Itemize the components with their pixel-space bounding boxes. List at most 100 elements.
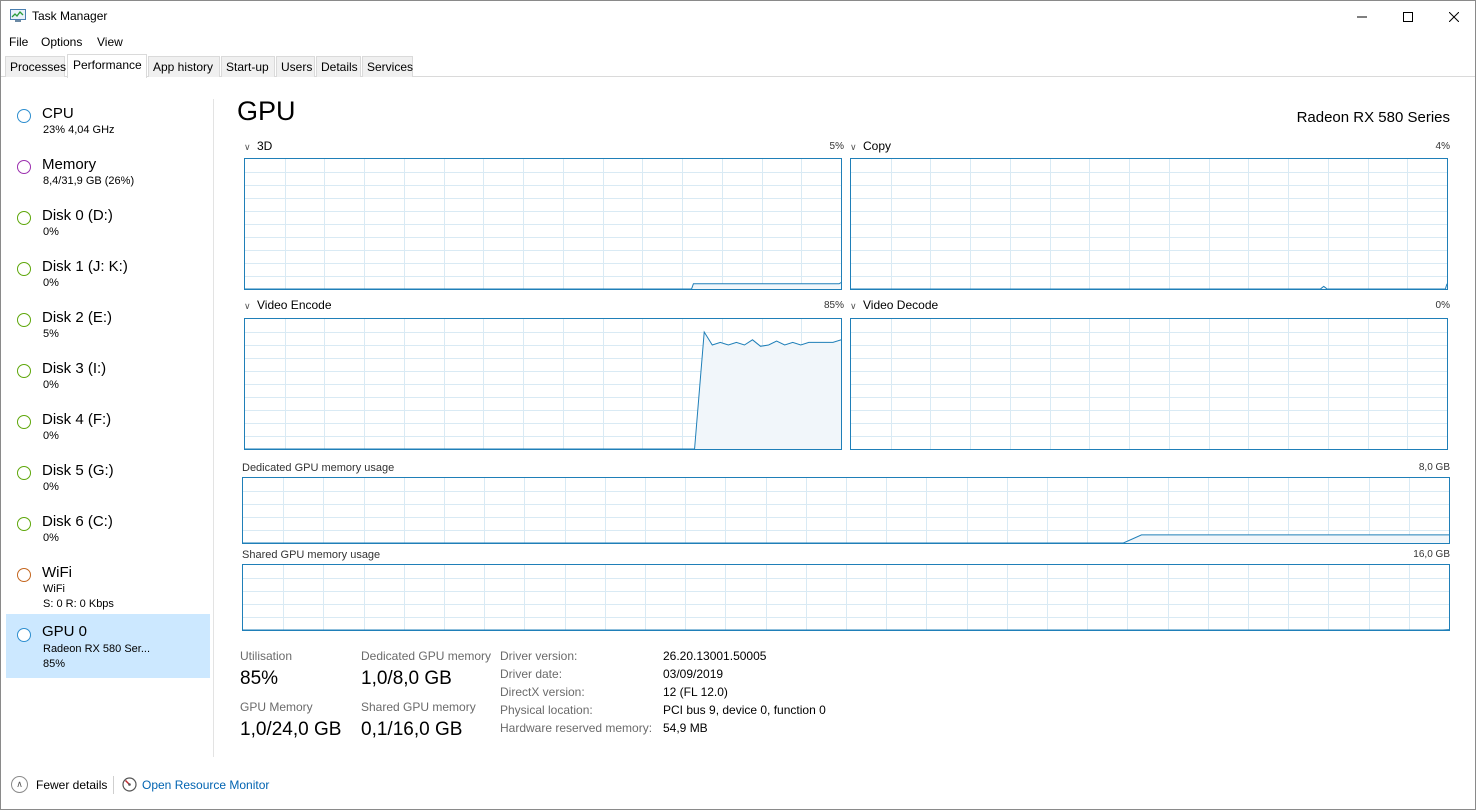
status-circle-icon xyxy=(17,517,31,531)
tab-performance[interactable]: Performance xyxy=(67,54,147,78)
sidebar-item-title: Memory xyxy=(42,156,97,173)
sidebar-item-detail: 0% xyxy=(43,430,59,442)
fewer-details-link[interactable]: Fewer details xyxy=(36,778,107,792)
engine-percent: 85% xyxy=(823,300,844,311)
sidebar-item-title: Disk 2 (E:) xyxy=(42,309,113,326)
sidebar-item-title: Disk 1 (J: K:) xyxy=(42,258,128,275)
engine-selector-video-decode[interactable]: ∨ Video Decode xyxy=(850,298,938,312)
sidebar-item-title: GPU 0 xyxy=(42,623,88,640)
engine-name: 3D xyxy=(257,139,273,153)
footer: ∧ Fewer details Open Resource Monitor xyxy=(1,771,1475,801)
menu-bar: File Options View xyxy=(1,32,1475,52)
resource-monitor-icon xyxy=(122,777,137,792)
title-bar: Task Manager xyxy=(1,1,1475,32)
status-circle-icon xyxy=(17,415,31,429)
engine-selector-video-encode[interactable]: ∨ Video Encode xyxy=(244,298,332,312)
engine-selector-copy[interactable]: ∨ Copy xyxy=(850,139,891,153)
engine-percent: 0% xyxy=(1435,300,1450,311)
menu-file[interactable]: File xyxy=(9,35,28,49)
status-circle-icon xyxy=(17,109,31,123)
graph-video-decode xyxy=(850,318,1448,450)
graph-canvas xyxy=(851,319,1447,449)
tab-users[interactable]: Users xyxy=(276,56,315,77)
dedicated-memory-max: 8,0 GB xyxy=(1418,462,1450,473)
status-circle-icon xyxy=(17,160,31,174)
menu-options[interactable]: Options xyxy=(41,35,82,49)
graph-canvas xyxy=(245,159,841,289)
tab-processes[interactable]: Processes xyxy=(5,56,66,77)
close-button[interactable] xyxy=(1431,1,1476,32)
driver-date-value: 03/09/2019 xyxy=(663,667,724,681)
graph-shared-memory xyxy=(242,564,1450,631)
driver-date-label: Driver date: xyxy=(500,667,563,681)
sidebar-item-title: Disk 4 (F:) xyxy=(42,411,112,428)
maximize-button[interactable] xyxy=(1385,1,1431,32)
sidebar-item-detail: 23% 4,04 GHz xyxy=(43,124,115,136)
tab-app-history[interactable]: App history xyxy=(148,56,220,77)
sidebar-item-detail-2: 85% xyxy=(43,658,66,670)
tab-details[interactable]: Details xyxy=(316,56,361,77)
menu-view[interactable]: View xyxy=(97,35,123,49)
gpu-memory-value: 1,0/24,0 GB xyxy=(240,719,342,740)
resource-sidebar: CPU 23% 4,04 GHz Memory 8,4/31,9 GB (26%) Di… xyxy=(1,77,214,757)
sidebar-item-title: Disk 5 (G:) xyxy=(42,462,114,479)
sidebar-item-title: Disk 6 (C:) xyxy=(42,513,113,530)
chevron-down-icon: ∨ xyxy=(850,301,857,311)
engine-video-encode-series-area xyxy=(245,332,841,449)
footer-separator xyxy=(113,776,114,794)
sidebar-item-title: Disk 0 (D:) xyxy=(42,207,113,224)
graph-copy xyxy=(850,158,1448,290)
driver-version-label: Driver version: xyxy=(500,649,578,663)
dedicated-memory-value: 1,0/8,0 GB xyxy=(361,668,452,689)
physical-location-label: Physical location: xyxy=(500,703,593,717)
engine-name: Video Decode xyxy=(863,298,939,312)
status-circle-icon xyxy=(17,313,31,327)
status-circle-icon xyxy=(17,262,31,276)
sidebar-item-detail: 0% xyxy=(43,277,59,289)
status-circle-icon xyxy=(17,466,31,480)
shared-memory-label: Shared GPU memory xyxy=(361,700,476,714)
engine-copy-series-area xyxy=(851,283,1447,289)
gpu-memory-label: GPU Memory xyxy=(240,700,313,714)
page-title: GPU xyxy=(237,96,296,126)
tab-startup[interactable]: Start-up xyxy=(221,56,275,77)
status-circle-icon xyxy=(17,628,31,642)
physical-location-value: PCI bus 9, device 0, function 0 xyxy=(663,703,826,717)
sidebar-item-detail: 0% xyxy=(43,379,59,391)
shared-memory-value: 0,1/16,0 GB xyxy=(361,719,463,740)
close-icon xyxy=(1449,11,1459,22)
engine-selector-3d[interactable]: ∨ 3D xyxy=(244,139,272,153)
graph-canvas xyxy=(243,565,1449,630)
engine-name: Copy xyxy=(863,139,892,153)
sidebar-item-title: WiFi xyxy=(42,564,72,581)
sidebar-divider xyxy=(213,99,214,757)
sidebar-item-detail: WiFi xyxy=(43,583,65,595)
sidebar-item-wifi[interactable]: WiFi WiFi S: 0 R: 0 Kbps xyxy=(6,554,210,618)
chevron-down-icon: ∨ xyxy=(244,142,251,152)
reserved-memory-label: Hardware reserved memory: xyxy=(500,721,653,735)
chevron-down-icon: ∨ xyxy=(850,142,857,152)
engine-percent: 4% xyxy=(1435,141,1450,152)
minimize-button[interactable] xyxy=(1339,1,1385,32)
status-circle-icon xyxy=(17,568,31,582)
shared-memory-graph-label: Shared GPU memory usage xyxy=(242,549,381,561)
engine-percent: 5% xyxy=(829,141,844,152)
graph-canvas xyxy=(243,478,1449,543)
window-title: Task Manager xyxy=(32,9,108,23)
graph-dedicated-memory xyxy=(242,477,1450,544)
dedicated-memory-label: Dedicated GPU memory xyxy=(361,649,492,663)
open-resource-monitor-link[interactable]: Open Resource Monitor xyxy=(142,778,269,792)
gpu-model-name: Radeon RX 580 Series xyxy=(1296,109,1450,126)
engine-name: Video Encode xyxy=(257,298,332,312)
reserved-memory-value: 54,9 MB xyxy=(663,721,708,735)
shared-memory-max: 16,0 GB xyxy=(1413,549,1450,560)
sidebar-item-gpu-0[interactable]: GPU 0 Radeon RX 580 Ser... 85% xyxy=(6,614,210,678)
chevron-up-icon[interactable]: ∧ xyxy=(11,776,28,793)
tab-services[interactable]: Services xyxy=(362,56,413,77)
sidebar-item-detail: 0% xyxy=(43,481,59,493)
graph-canvas xyxy=(245,319,841,449)
sidebar-item-detail: 5% xyxy=(43,328,59,340)
maximize-icon xyxy=(1403,11,1413,22)
engine-copy-series-line xyxy=(851,283,1447,289)
chevron-down-icon: ∨ xyxy=(244,301,251,311)
